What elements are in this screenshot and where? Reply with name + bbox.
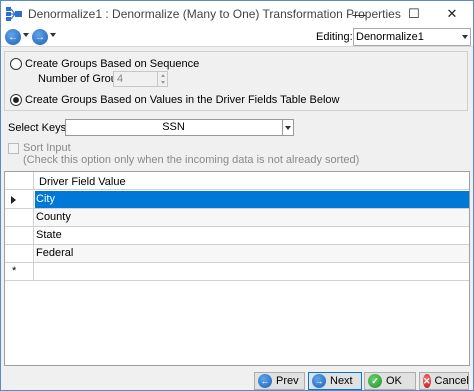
row-header[interactable]: * [5, 263, 34, 280]
new-row-marker: * [12, 265, 17, 277]
cancel-x-icon: ✕ [423, 374, 431, 388]
sort-input-note: (Check this option only when the incomin… [23, 154, 360, 166]
close-button[interactable]: ✕ [429, 1, 474, 27]
forward-arrow-icon[interactable]: → [32, 29, 48, 45]
table-cell[interactable]: City [35, 191, 469, 208]
chevron-down-icon [462, 35, 468, 39]
row-header[interactable] [5, 245, 34, 262]
forward-dropdown-icon[interactable] [50, 33, 56, 37]
back-arrow-icon: ← [258, 374, 272, 388]
select-keys-dropdown[interactable]: SSN [65, 119, 294, 136]
grouping-panel: Create Groups Based on Sequence Number o… [4, 51, 468, 111]
select-keys-value: SSN [162, 121, 185, 133]
number-of-groups-stepper[interactable]: 4 [113, 71, 168, 87]
sort-input-label[interactable]: Sort Input [23, 142, 71, 154]
sort-input-checkbox[interactable] [8, 143, 19, 154]
spin-up-icon[interactable] [157, 72, 167, 79]
table-cell[interactable]: State [35, 227, 469, 244]
table-cell[interactable] [35, 263, 469, 280]
next-button[interactable]: → Next [308, 372, 362, 390]
toolbar: ← → Editing: Denormalize1 [1, 27, 473, 47]
table-cell[interactable]: Federal [35, 245, 469, 262]
denormalize-transform-icon [6, 7, 22, 21]
new-row[interactable]: * [5, 263, 469, 281]
editing-select[interactable]: Denormalize1 [353, 28, 471, 46]
current-row-pointer-icon [11, 196, 16, 204]
checkmark-icon: ✓ [368, 374, 382, 388]
sequence-radio-label[interactable]: Create Groups Based on Sequence [25, 58, 199, 70]
table-row[interactable]: County [5, 209, 469, 227]
driver-fields-radio-label[interactable]: Create Groups Based on Values in the Dri… [25, 94, 339, 106]
column-header-driver-field-value[interactable]: Driver Field Value [39, 176, 126, 188]
row-header[interactable] [5, 227, 34, 244]
row-header[interactable] [5, 209, 34, 226]
table-row[interactable]: City [5, 191, 469, 209]
grid-corner[interactable] [5, 172, 34, 190]
minimize-button[interactable]: — [336, 1, 382, 27]
sequence-radio[interactable] [10, 58, 22, 70]
driver-fields-radio[interactable] [10, 94, 22, 106]
button-bar: ← Prev → Next ✓ OK ✕ Cancel [1, 369, 473, 391]
ok-button[interactable]: ✓ OK [364, 372, 416, 390]
cancel-button[interactable]: ✕ Cancel [419, 372, 469, 390]
editing-label: Editing: [316, 31, 353, 43]
title-bar: Denormalize1 : Denormalize (Many to One)… [1, 1, 473, 27]
spin-down-icon[interactable] [157, 79, 167, 86]
grid-header: Driver Field Value [5, 172, 469, 190]
table-row[interactable]: Federal [5, 245, 469, 263]
select-keys-label: Select Keys : [8, 122, 73, 134]
properties-window: Denormalize1 : Denormalize (Many to One)… [0, 0, 474, 391]
table-row[interactable]: State [5, 227, 469, 245]
chevron-down-icon [285, 125, 291, 130]
next-button-label: Next [330, 375, 353, 387]
back-arrow-icon[interactable]: ← [5, 29, 21, 45]
table-cell[interactable]: County [35, 209, 469, 226]
prev-button-label: Prev [276, 375, 299, 387]
number-of-groups-value: 4 [117, 73, 124, 85]
select-keys-arrow[interactable] [282, 120, 293, 135]
driver-fields-grid: Driver Field Value City County State Fed… [4, 171, 470, 366]
row-header[interactable] [5, 191, 34, 208]
back-dropdown-icon[interactable] [23, 33, 29, 37]
forward-arrow-icon: → [312, 374, 326, 388]
editing-value: Denormalize1 [356, 31, 424, 43]
cancel-button-label: Cancel [434, 375, 469, 387]
ok-button-label: OK [386, 375, 402, 387]
prev-button[interactable]: ← Prev [254, 372, 305, 390]
